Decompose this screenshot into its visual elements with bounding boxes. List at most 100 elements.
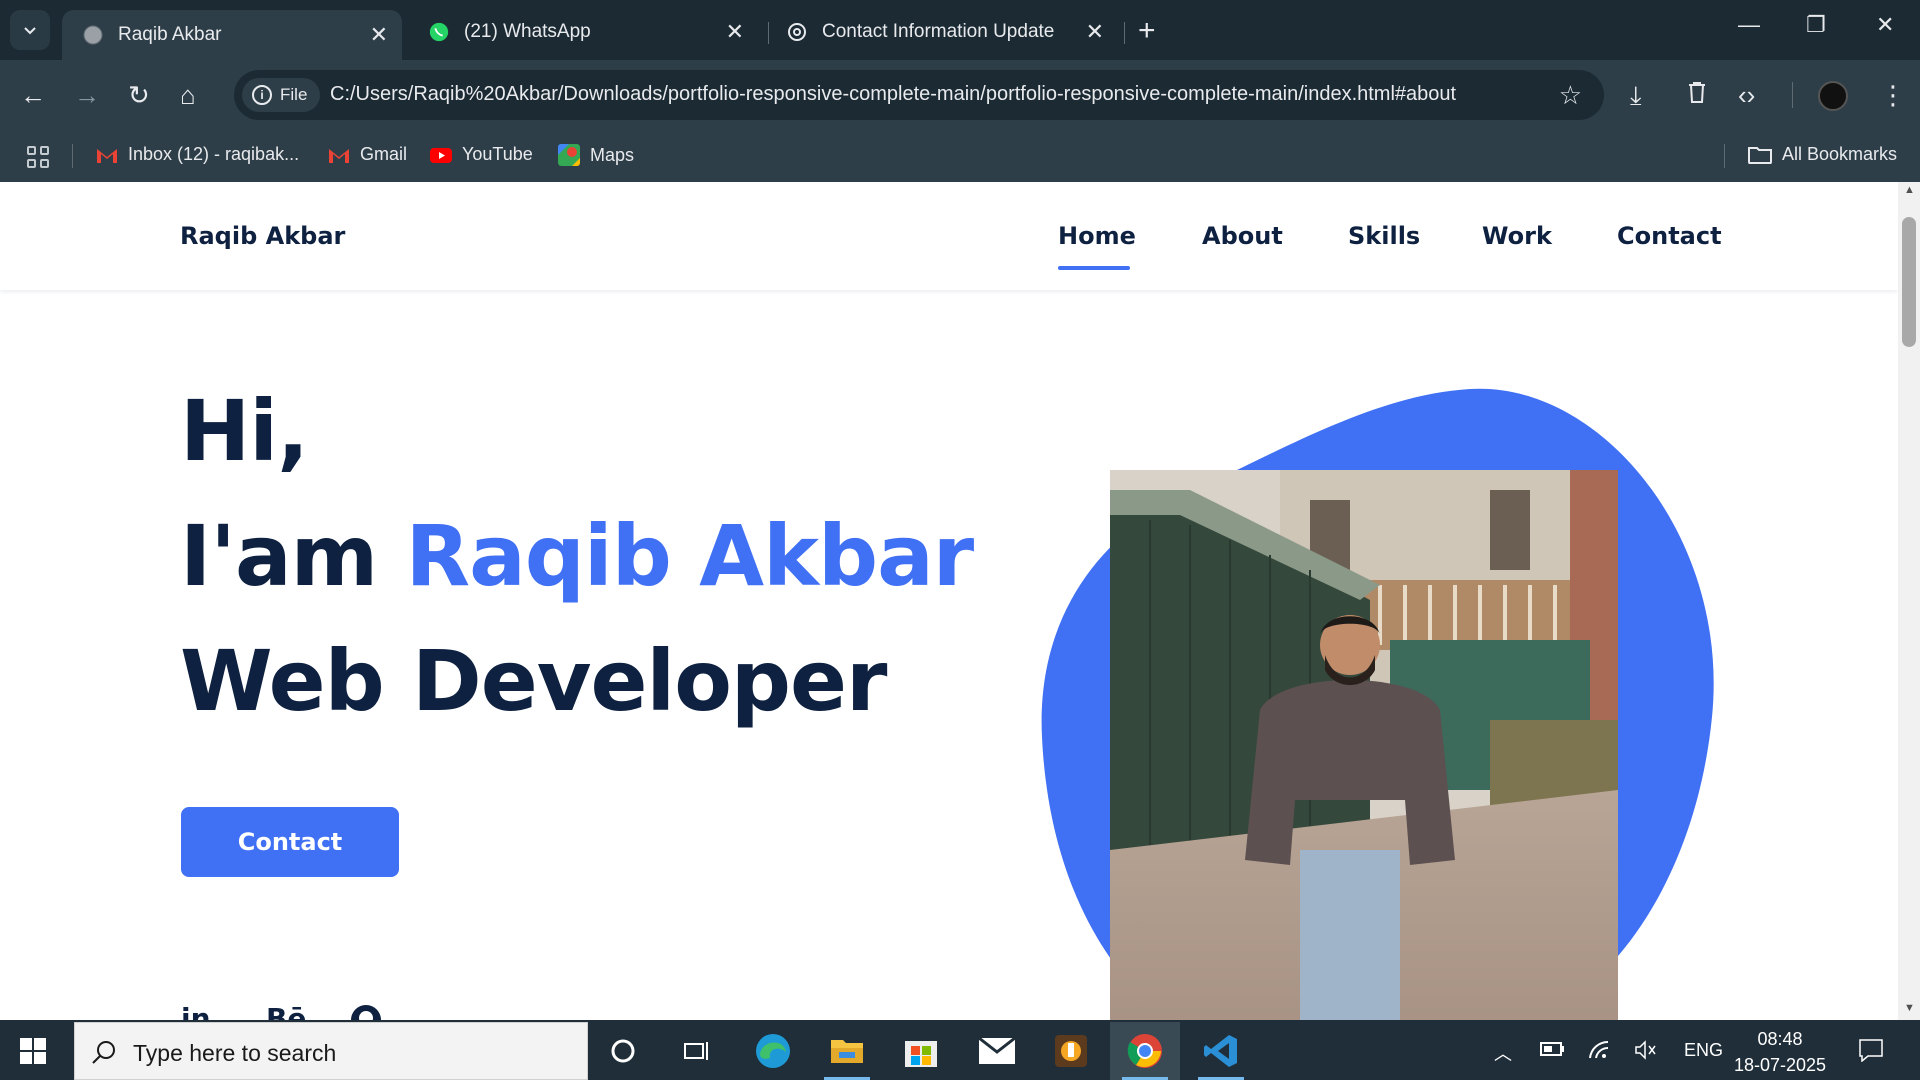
gmail-icon — [329, 148, 349, 163]
maps-icon — [558, 144, 580, 166]
profile-avatar[interactable] — [1818, 81, 1848, 111]
taskbar-clock[interactable]: 08:48 18-07-2025 — [1730, 1026, 1830, 1078]
chevron-down-icon — [24, 27, 36, 35]
hero-intro: I'am Raqib Akbar — [180, 507, 974, 605]
vscode-icon[interactable] — [1186, 1022, 1256, 1080]
edge-icon[interactable] — [738, 1022, 808, 1080]
tab-raqib-akbar[interactable]: Raqib Akbar ✕ — [62, 10, 402, 60]
more-menu-icon[interactable]: ⋮ — [1880, 80, 1906, 111]
mail-icon[interactable] — [962, 1022, 1032, 1080]
window-close-icon[interactable]: ✕ — [1876, 12, 1894, 38]
nav-work[interactable]: Work — [1482, 222, 1552, 250]
tab-contact-information-update[interactable]: Contact Information Update ✕ — [766, 10, 1118, 54]
windows-start-icon[interactable] — [20, 1038, 46, 1064]
code-icon[interactable]: ‹› — [1738, 80, 1755, 111]
apps-grid-icon[interactable] — [27, 146, 49, 168]
file-explorer-icon[interactable] — [812, 1022, 882, 1080]
reload-icon[interactable]: ↻ — [128, 80, 150, 111]
bookmark-label: Gmail — [360, 144, 408, 164]
hero-name: Raqib Akbar — [405, 507, 974, 605]
restore-icon[interactable]: ❐ — [1806, 12, 1826, 38]
clock-time: 08:48 — [1757, 1029, 1803, 1049]
hero-role: Web Developer — [180, 632, 887, 730]
hero-image-blob — [1040, 387, 1720, 1020]
tab-strip: Raqib Akbar ✕ (21) WhatsApp ✕ Contact In… — [0, 0, 1920, 60]
app-installer-icon[interactable] — [1036, 1022, 1106, 1080]
nav-about[interactable]: About — [1202, 222, 1283, 250]
nav-home[interactable]: Home — [1058, 222, 1136, 250]
forward-arrow-icon[interactable]: → — [74, 80, 100, 111]
scroll-up-icon[interactable]: ▲ — [1904, 184, 1915, 196]
bookmark-gmail[interactable]: Gmail — [328, 144, 407, 165]
taskbar-search-placeholder: Type here to search — [133, 1040, 337, 1066]
gmail-icon — [97, 148, 117, 163]
wifi-icon[interactable] — [1588, 1040, 1612, 1065]
portrait-image — [1110, 470, 1618, 1020]
new-tab-icon[interactable]: + — [1138, 14, 1156, 48]
hero-intro-prefix: I'am — [180, 507, 406, 605]
notification-center-icon[interactable] — [1858, 1038, 1884, 1067]
bookmark-separator — [1724, 144, 1725, 168]
bookmark-youtube[interactable]: YouTube — [430, 144, 533, 165]
nav-contact[interactable]: Contact — [1617, 222, 1722, 250]
minimize-icon[interactable]: — — [1738, 12, 1760, 38]
show-hidden-icons[interactable]: ︿ — [1494, 1040, 1512, 1066]
close-tab-icon[interactable]: ✕ — [370, 22, 388, 48]
task-view-icon[interactable] — [662, 1022, 732, 1080]
tab-title: (21) WhatsApp — [464, 21, 591, 42]
scroll-thumb[interactable] — [1902, 217, 1916, 347]
nav-active-underline — [1058, 266, 1130, 270]
close-tab-icon[interactable]: ✕ — [726, 19, 744, 45]
site-logo[interactable]: Raqib Akbar — [180, 222, 345, 250]
web-page: Raqib Akbar Home About Skills Work Conta… — [0, 182, 1898, 1020]
language-indicator[interactable]: ENG — [1684, 1040, 1723, 1061]
folder-icon — [1748, 146, 1772, 164]
hero-greeting: Hi, — [180, 382, 309, 480]
page-scrollbar[interactable]: ▲ ▼ — [1898, 182, 1920, 1020]
github-icon[interactable] — [350, 1004, 382, 1020]
bookmark-label: All Bookmarks — [1782, 144, 1898, 164]
bookmark-star-icon[interactable]: ☆ — [1559, 80, 1582, 111]
volume-muted-icon[interactable] — [1634, 1040, 1658, 1065]
back-arrow-icon[interactable]: ← — [20, 80, 46, 111]
tab-title: Contact Information Update — [822, 21, 1055, 42]
bookmark-label: Maps — [590, 144, 635, 165]
close-tab-icon[interactable]: ✕ — [1086, 19, 1104, 45]
info-icon: i — [252, 85, 272, 105]
search-icon — [92, 1041, 115, 1064]
tab-whatsapp[interactable]: (21) WhatsApp ✕ — [408, 10, 758, 54]
linkedin-icon[interactable]: in — [181, 1002, 211, 1020]
bookmark-maps[interactable]: Maps — [558, 144, 634, 166]
scroll-down-icon[interactable]: ▼ — [1904, 1002, 1915, 1014]
bookmark-label: YouTube — [462, 144, 533, 164]
microsoft-store-icon[interactable] — [886, 1022, 956, 1080]
cortana-icon[interactable] — [588, 1022, 658, 1080]
tab-separator — [1124, 22, 1125, 44]
bookmarks-bar: Inbox (12) - raqibak... Gmail YouTube Ma… — [0, 130, 1920, 182]
download-icon[interactable]: ⤓ — [1630, 80, 1642, 112]
address-bar[interactable]: i File C:/Users/Raqib%20Akbar/Downloads/… — [234, 70, 1604, 120]
whatsapp-icon — [428, 21, 450, 43]
site-header: Raqib Akbar Home About Skills Work Conta… — [0, 182, 1898, 290]
nav-skills[interactable]: Skills — [1348, 222, 1420, 250]
home-icon[interactable]: ⌂ — [180, 80, 196, 111]
site-info-chip[interactable]: i File — [242, 78, 320, 112]
trash-icon[interactable] — [1686, 80, 1708, 111]
all-bookmarks-button[interactable]: All Bookmarks — [1748, 144, 1897, 165]
contact-button[interactable]: Contact — [181, 807, 399, 877]
clock-date: 18-07-2025 — [1733, 1055, 1827, 1075]
tab-search-button[interactable] — [10, 10, 50, 50]
profile-photo — [1110, 470, 1618, 1020]
bookmark-label: Inbox (12) - raqibak... — [128, 144, 300, 164]
taskbar-search-box[interactable]: Type here to search — [74, 1022, 588, 1080]
battery-icon[interactable] — [1540, 1040, 1564, 1061]
bookmark-inbox[interactable]: Inbox (12) - raqibak... — [96, 144, 299, 165]
url-text[interactable]: C:/Users/Raqib%20Akbar/Downloads/portfol… — [330, 83, 1456, 106]
windows-taskbar: Type here to search ︿ ENG 08:48 18-07-20… — [0, 1020, 1920, 1080]
behance-icon[interactable]: Bē — [266, 1002, 306, 1020]
bookmark-separator — [72, 144, 73, 168]
toolbar-separator — [1792, 82, 1793, 108]
chrome-taskbar-icon[interactable] — [1110, 1022, 1180, 1080]
globe-icon — [82, 24, 104, 46]
tab-title: Raqib Akbar — [118, 24, 222, 45]
